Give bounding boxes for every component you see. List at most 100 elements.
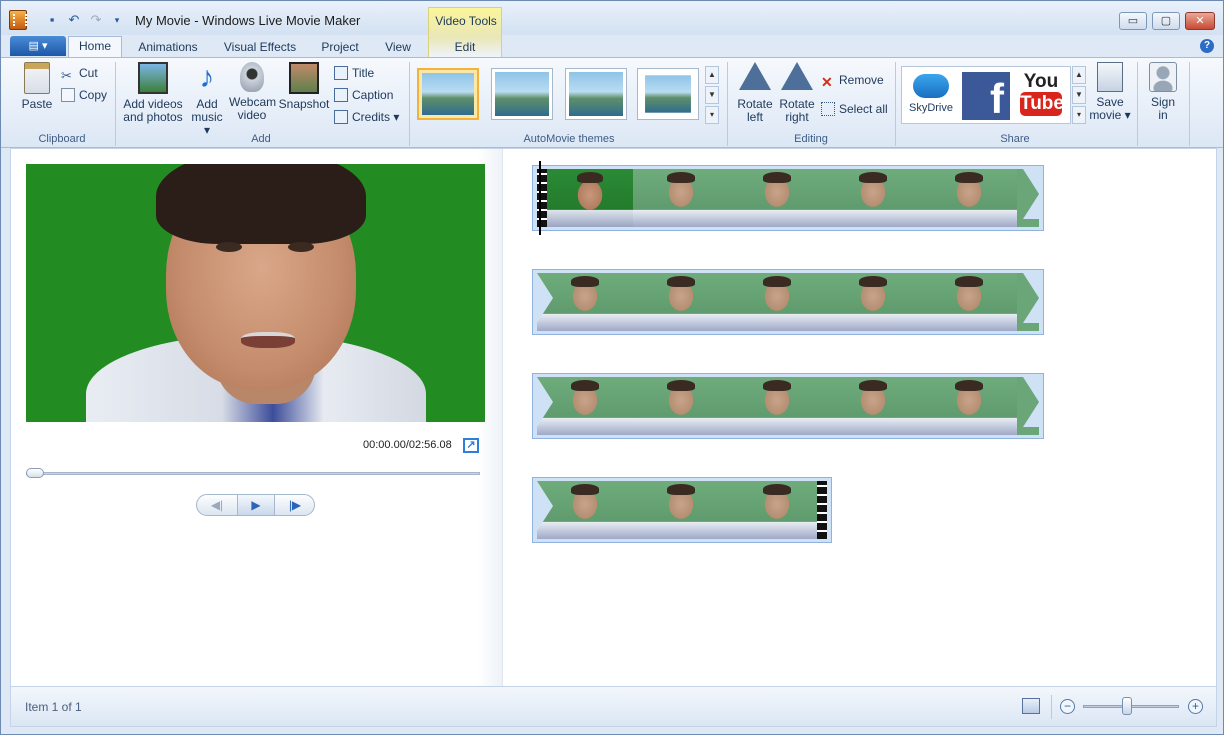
facebook-button[interactable]: f: [962, 72, 1010, 122]
app-window: ▪ ↶ ↷ ▾ My Movie - Windows Live Movie Ma…: [0, 0, 1224, 735]
remove-label: Remove: [839, 73, 884, 87]
tab-edit[interactable]: Edit: [443, 38, 487, 57]
video-frame: [921, 377, 1017, 435]
select-all-button[interactable]: Select all: [821, 100, 888, 118]
snapshot-label: Snapshot: [278, 97, 330, 111]
sign-in-label-line2: in: [1158, 108, 1168, 122]
webcam-label-line1: Webcam: [229, 95, 277, 109]
webcam-video-button[interactable]: Webcam video: [229, 62, 277, 122]
seek-bar[interactable]: [26, 472, 480, 475]
select-all-icon: [821, 102, 835, 116]
video-frame: [633, 377, 729, 435]
close-button[interactable]: ✕: [1185, 12, 1215, 30]
zoom-in-button[interactable]: +: [1188, 699, 1203, 714]
continued-arrow: [537, 377, 553, 427]
continued-arrow: [537, 273, 553, 323]
rotate-left-label-line1: Rotate: [737, 97, 773, 111]
youtube-button[interactable]: You Tube: [1017, 72, 1065, 120]
group-divider: [1189, 62, 1190, 146]
tab-animations[interactable]: Animations: [131, 38, 205, 57]
add-videos-and-photos-button[interactable]: Add videos and photos: [121, 62, 185, 124]
preview-monitor[interactable]: [26, 164, 485, 422]
movie-maker-app-icon[interactable]: [9, 10, 27, 30]
tab-home[interactable]: Home: [68, 36, 122, 58]
video-frame: [547, 169, 633, 227]
video-frame: [633, 481, 729, 539]
title-button[interactable]: Title: [334, 64, 374, 82]
clip-end-marker: [817, 481, 827, 539]
editing-group-label: Editing: [794, 133, 828, 145]
minimize-button[interactable]: ▭: [1119, 12, 1147, 30]
preview-subject-hair: [156, 164, 366, 244]
tab-visual-effects[interactable]: Visual Effects: [217, 38, 303, 57]
rotate-right-icon: [781, 62, 813, 90]
preview-subject-eye: [288, 242, 314, 252]
gallery-scroll-up[interactable]: ▲: [705, 66, 719, 84]
clip-segment-4[interactable]: [532, 477, 832, 543]
rotate-right-button[interactable]: Rotate right: [777, 62, 817, 124]
film-photo-icon: [138, 62, 168, 94]
paste-button[interactable]: Paste: [17, 62, 57, 111]
play-button[interactable]: ▶: [237, 495, 275, 515]
app-menu-button[interactable]: ▤ ▾: [10, 36, 66, 56]
zoom-out-button[interactable]: −: [1060, 699, 1075, 714]
caption-button[interactable]: Caption: [334, 86, 393, 104]
rotate-left-button[interactable]: Rotate left: [735, 62, 775, 124]
copy-button[interactable]: Copy: [61, 86, 107, 104]
gallery-scroll-down[interactable]: ▼: [705, 86, 719, 104]
maximize-button[interactable]: ▢: [1152, 12, 1180, 30]
youtube-logo-tube: Tube: [1020, 92, 1064, 116]
tab-project[interactable]: Project: [313, 38, 367, 57]
clip-segment-1[interactable]: [532, 165, 1044, 231]
caption-label: Caption: [352, 88, 394, 102]
select-all-label: Select all: [839, 102, 888, 116]
share-scroll-up[interactable]: ▲: [1072, 66, 1086, 84]
cloud-icon: [913, 74, 949, 98]
preview-subject-mouth: [241, 332, 295, 348]
rotate-left-label-line2: left: [746, 110, 763, 124]
video-frame: [729, 169, 825, 227]
cut-button[interactable]: ✂ Cut: [61, 64, 98, 83]
theme-contemporary[interactable]: [417, 68, 479, 120]
save-movie-button[interactable]: Save movie ▾: [1089, 62, 1131, 122]
theme-fade[interactable]: [565, 68, 627, 120]
gallery-expand[interactable]: ▾: [705, 106, 719, 124]
sign-in-button[interactable]: Sign in: [1143, 62, 1183, 122]
skydrive-button[interactable]: SkyDrive: [905, 70, 957, 115]
customize-toolbar-icon[interactable]: ▾: [108, 11, 126, 29]
clip-thumbnails: [537, 377, 1039, 435]
clip-segment-3[interactable]: [532, 373, 1044, 439]
copy-label: Copy: [79, 88, 108, 102]
fullscreen-icon[interactable]: ↗: [463, 438, 479, 453]
help-icon[interactable]: ?: [1200, 39, 1214, 53]
add-music-label-line1: Add: [196, 97, 218, 111]
previous-frame-button[interactable]: ◀|: [197, 495, 237, 515]
clipboard-icon: [24, 62, 50, 94]
thumbnail-size-icon[interactable]: [1022, 698, 1040, 714]
redo-icon[interactable]: ↷: [87, 11, 105, 29]
scissors-icon: ✂: [61, 68, 72, 83]
seek-thumb[interactable]: [26, 468, 44, 478]
zoom-slider-thumb[interactable]: [1122, 697, 1132, 715]
remove-button[interactable]: ✕ Remove: [821, 71, 884, 90]
theme-pan-zoom[interactable]: [637, 68, 699, 120]
save-movie-icon: [1097, 62, 1123, 92]
status-divider: [1051, 695, 1052, 719]
next-frame-button[interactable]: |▶: [275, 495, 315, 515]
clip-segment-2[interactable]: [532, 269, 1044, 335]
playhead[interactable]: [539, 161, 541, 235]
snapshot-button[interactable]: Snapshot: [277, 62, 331, 111]
save-icon[interactable]: ▪: [43, 11, 61, 29]
tab-view[interactable]: View: [377, 38, 419, 57]
share-expand[interactable]: ▾: [1072, 106, 1086, 124]
continues-arrow: [1023, 169, 1039, 219]
credits-button[interactable]: Credits ▾: [334, 108, 399, 126]
add-music-button[interactable]: ♪ Add music ▾: [187, 62, 227, 137]
undo-icon[interactable]: ↶: [65, 11, 83, 29]
themes-group-label: AutoMovie themes: [523, 133, 615, 145]
theme-cinematic[interactable]: [491, 68, 553, 120]
continued-arrow: [537, 481, 553, 531]
save-movie-label-line1: Save: [1096, 95, 1124, 109]
theme-preview: [495, 72, 549, 116]
share-scroll-down[interactable]: ▼: [1072, 86, 1086, 104]
